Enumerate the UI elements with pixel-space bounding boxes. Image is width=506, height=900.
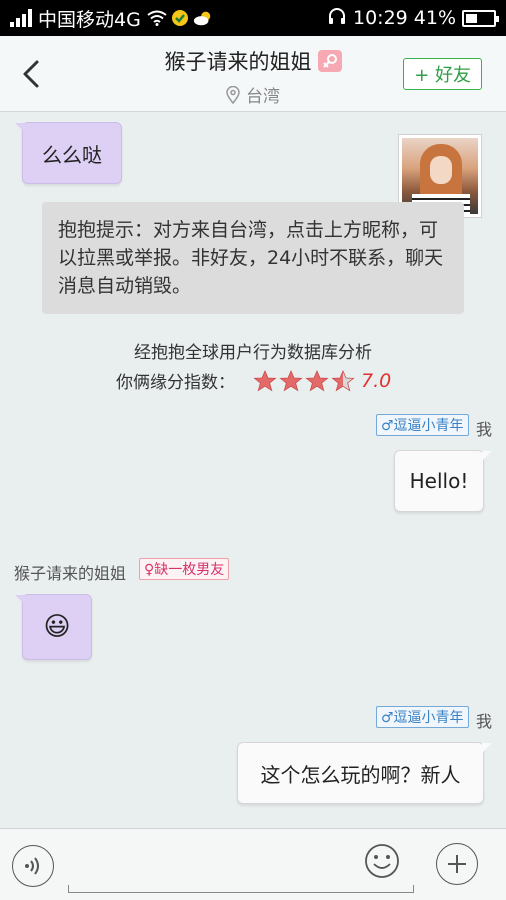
outgoing-message[interactable]: 这个怎么玩的啊？新人 <box>237 742 492 804</box>
chat-area[interactable]: 么么哒 抱抱提示：对方来自台湾，点击上方昵称，可以拉黑或举报。非好友，24小时不… <box>0 112 506 828</box>
location: 台湾 <box>226 82 280 107</box>
emoji-button[interactable] <box>364 843 400 879</box>
wifi-icon <box>147 8 167 28</box>
message-input[interactable] <box>68 885 414 893</box>
me-label: 我 <box>476 712 493 731</box>
smiley-icon <box>365 844 399 878</box>
battery-percent: 41% <box>413 7 456 29</box>
location-label: 台湾 <box>246 87 280 107</box>
message-text: 么么哒 <box>42 142 102 167</box>
peer-user-tag: ♀缺一枚男友 <box>139 558 230 580</box>
contact-nickname[interactable]: 猴子请来的姐姐 <box>165 46 342 76</box>
system-notice: 抱抱提示：对方来自台湾，点击上方昵称，可以拉黑或举报。非好友，24小时不联系，聊… <box>42 202 464 314</box>
star-icon <box>305 369 329 391</box>
app-notification-icon <box>170 8 190 28</box>
plus-icon <box>448 855 466 873</box>
message-text: 这个怎么玩的啊？新人 <box>260 762 461 787</box>
star-rating <box>253 369 355 393</box>
outgoing-message[interactable]: Hello! <box>394 450 492 512</box>
carrier-label: 中国移动4G <box>38 8 141 31</box>
voice-icon <box>25 857 39 875</box>
weather-icon <box>193 8 213 28</box>
signal-icon <box>10 9 32 27</box>
add-friend-button[interactable]: + 好友 <box>403 58 482 90</box>
analysis-text: 经抱抱全球用户行为数据库分析 <box>134 343 372 363</box>
more-button[interactable] <box>436 843 478 885</box>
smile-emoji-icon: 😃 <box>43 612 71 642</box>
page-title[interactable]: 猴子请来的姐姐 <box>165 46 312 76</box>
incoming-emoji-message[interactable]: 😃 <box>15 594 92 660</box>
star-icon <box>279 369 303 391</box>
battery-icon <box>462 9 499 27</box>
voice-button[interactable] <box>12 845 54 887</box>
status-bar: 中国移动4G 10:29 41% <box>0 0 506 36</box>
star-icon <box>253 369 277 391</box>
incoming-message[interactable]: 么么哒 <box>15 122 122 184</box>
location-pin-icon <box>226 85 240 104</box>
compatibility-score: 你俩缘分指数： 7.0 <box>116 368 391 393</box>
peer-name[interactable]: 猴子请来的姐姐 <box>14 560 126 584</box>
headphone-icon <box>327 7 347 30</box>
score-label: 你俩缘分指数： <box>116 373 235 393</box>
female-icon <box>317 50 342 72</box>
me-label: 我 <box>476 420 493 439</box>
clock: 10:29 <box>353 7 408 29</box>
input-bar <box>0 828 506 900</box>
my-user-tag: ♂逗逼小青年 <box>376 414 469 436</box>
chat-header: 猴子请来的姐姐 台湾 + 好友 <box>0 36 506 112</box>
message-text: Hello! <box>409 469 469 493</box>
score-value: 7.0 <box>361 369 392 392</box>
my-user-tag: ♂逗逼小青年 <box>376 706 469 728</box>
half-star-icon <box>331 369 355 391</box>
